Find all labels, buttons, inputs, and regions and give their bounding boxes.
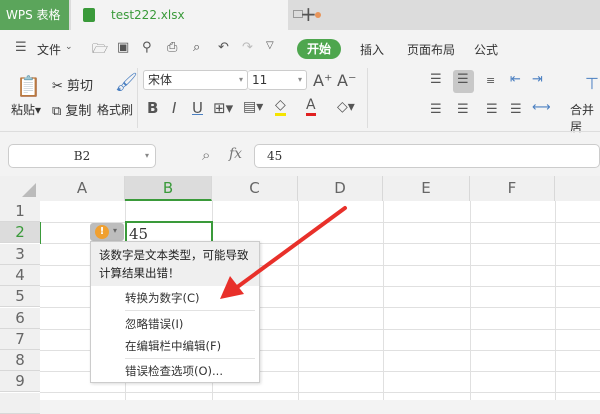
spreadsheet-file-icon bbox=[83, 8, 95, 22]
gridline bbox=[40, 392, 600, 394]
font-size-select[interactable]: 11 ▾ bbox=[248, 70, 307, 90]
row-header-8[interactable]: 8 bbox=[0, 350, 40, 372]
menu-item-ignore-error[interactable]: 忽略错误(I) bbox=[125, 316, 183, 332]
align-top-icon[interactable]: ☰ bbox=[430, 72, 442, 87]
justify-icon[interactable]: ☰ bbox=[510, 102, 522, 117]
ribbon-divider bbox=[0, 131, 600, 132]
new-tab-button[interactable]: + bbox=[300, 2, 317, 26]
redo-icon[interactable]: ↷ bbox=[242, 40, 253, 55]
column-header-b[interactable]: B bbox=[125, 176, 212, 201]
print-icon[interactable]: ⎙ bbox=[167, 40, 177, 55]
italic-icon[interactable]: I bbox=[172, 99, 176, 117]
gridline bbox=[555, 201, 556, 400]
customize-dropdown-icon[interactable]: ▽ bbox=[266, 40, 274, 51]
file-tab-label: test222.xlsx bbox=[111, 8, 185, 22]
copy-button[interactable]: ⧉ 复制 bbox=[52, 100, 91, 119]
formula-input[interactable]: 45 bbox=[254, 144, 600, 168]
open-icon[interactable]: 🗁 bbox=[92, 40, 108, 62]
row-header-1[interactable]: 1 bbox=[0, 201, 40, 222]
tab-start[interactable]: 开始 bbox=[297, 39, 341, 59]
column-header-f[interactable]: F bbox=[470, 176, 555, 201]
fx-icon[interactable]: fx bbox=[229, 146, 242, 162]
clear-icon[interactable]: ◇▾ bbox=[337, 99, 355, 115]
decrease-font-icon[interactable]: A⁻ bbox=[337, 71, 356, 90]
font-color-icon[interactable]: A bbox=[306, 97, 316, 116]
menu-separator bbox=[125, 310, 255, 311]
column-header-g[interactable] bbox=[555, 176, 600, 201]
row-2-indicator bbox=[40, 222, 41, 244]
save-icon[interactable]: ▣ bbox=[117, 40, 129, 55]
align-center-vertical-icon[interactable]: ☰ bbox=[457, 72, 469, 87]
print-preview-icon[interactable]: ⌕ bbox=[193, 40, 200, 55]
file-menu[interactable]: 文件 bbox=[37, 41, 61, 58]
increase-font-icon[interactable]: A⁺ bbox=[313, 71, 332, 90]
cut-label: 剪切 bbox=[67, 79, 94, 94]
gridline bbox=[298, 201, 299, 400]
warning-icon: ! bbox=[95, 225, 109, 239]
borders-icon[interactable]: ⊞▾ bbox=[213, 99, 233, 117]
cut-button[interactable]: ✂ 剪切 bbox=[52, 75, 93, 94]
align-right-icon[interactable]: ☰ bbox=[486, 102, 498, 117]
format-painter-icon[interactable]: 🖌 bbox=[115, 72, 138, 93]
row-header-3[interactable]: 3 bbox=[0, 243, 40, 265]
copy-label: 复制 bbox=[65, 104, 92, 119]
merge-center-label[interactable]: 合并居 bbox=[570, 101, 600, 135]
gridline bbox=[470, 201, 471, 400]
underline-icon[interactable]: U bbox=[192, 99, 203, 117]
menu-item-error-checking-options[interactable]: 错误检查选项(O)... bbox=[125, 363, 223, 379]
distributed-icon[interactable]: ⟷ bbox=[532, 100, 551, 115]
menu-item-edit-in-formula-bar[interactable]: 在编辑栏中编辑(F) bbox=[125, 338, 221, 354]
row-header-9[interactable]: 9 bbox=[0, 371, 40, 393]
merge-icon[interactable]: ⊤ bbox=[585, 74, 599, 93]
increase-indent-icon[interactable]: ⇥ bbox=[532, 72, 543, 87]
column-header-c[interactable]: C bbox=[212, 176, 298, 201]
gridline bbox=[383, 201, 384, 400]
app-tab[interactable]: WPS 表格 bbox=[0, 0, 69, 30]
tab-formula[interactable]: 公式 bbox=[474, 41, 498, 58]
font-size-value: 11 bbox=[252, 73, 268, 87]
tab-page-layout[interactable]: 页面布局 bbox=[407, 41, 455, 58]
menu-item-convert-to-number[interactable]: 转换为数字(C) bbox=[125, 290, 200, 306]
column-header-a[interactable]: A bbox=[40, 176, 125, 201]
menu-separator bbox=[125, 358, 255, 359]
file-tab[interactable]: test222.xlsx bbox=[71, 0, 321, 30]
gridline bbox=[40, 222, 600, 223]
align-bottom-icon[interactable]: ≡ bbox=[486, 74, 495, 87]
export-icon[interactable]: ⚲ bbox=[142, 40, 152, 55]
name-box[interactable]: B2 ▾ bbox=[8, 144, 156, 168]
row-header-4[interactable]: 4 bbox=[0, 264, 40, 286]
tab-insert[interactable]: 插入 bbox=[360, 41, 384, 58]
cell-style-icon[interactable]: ▤▾ bbox=[243, 99, 263, 115]
format-painter-label[interactable]: 格式刷 bbox=[97, 101, 133, 118]
align-left-icon[interactable]: ☰ bbox=[430, 102, 442, 117]
column-header-e[interactable]: E bbox=[383, 176, 470, 201]
fill-color-icon[interactable]: ◇ bbox=[275, 97, 286, 116]
error-indicator-button[interactable]: ! ▾ bbox=[90, 223, 124, 241]
row-header-6[interactable]: 6 bbox=[0, 307, 40, 329]
row-header-2[interactable]: 2 bbox=[0, 222, 40, 244]
divider bbox=[137, 68, 138, 128]
cell-ref: B2 bbox=[73, 149, 91, 163]
divider bbox=[367, 68, 368, 128]
font-name-select[interactable]: 宋体 ▾ bbox=[143, 70, 248, 90]
paste-icon[interactable]: 📋 bbox=[16, 74, 41, 98]
bold-icon[interactable]: B bbox=[147, 99, 158, 117]
paste-label: 粘贴 bbox=[11, 103, 36, 117]
hamburger-icon[interactable]: ☰ bbox=[15, 40, 27, 55]
chevron-down-icon[interactable]: ⌄ bbox=[65, 42, 73, 52]
align-center-icon[interactable]: ☰ bbox=[457, 102, 469, 117]
row-header-5[interactable]: 5 bbox=[0, 286, 40, 308]
select-all-corner[interactable] bbox=[0, 176, 40, 201]
decrease-indent-icon[interactable]: ⇤ bbox=[510, 72, 521, 87]
row-header-7[interactable]: 7 bbox=[0, 328, 40, 350]
error-message: 该数字是文本类型，可能导致计算结果出错！ bbox=[91, 242, 259, 286]
undo-icon[interactable]: ↶ bbox=[218, 40, 229, 55]
font-name-value: 宋体 bbox=[148, 73, 173, 87]
paste-button[interactable]: 粘贴▾ bbox=[11, 101, 41, 118]
chevron-down-icon: ▾ bbox=[113, 226, 118, 235]
column-header-d[interactable]: D bbox=[298, 176, 383, 201]
zoom-function-icon[interactable]: ⌕ bbox=[202, 146, 210, 164]
row-header-10[interactable] bbox=[0, 392, 40, 414]
error-popup-menu: 该数字是文本类型，可能导致计算结果出错！ 转换为数字(C) 忽略错误(I) 在编… bbox=[90, 241, 260, 383]
